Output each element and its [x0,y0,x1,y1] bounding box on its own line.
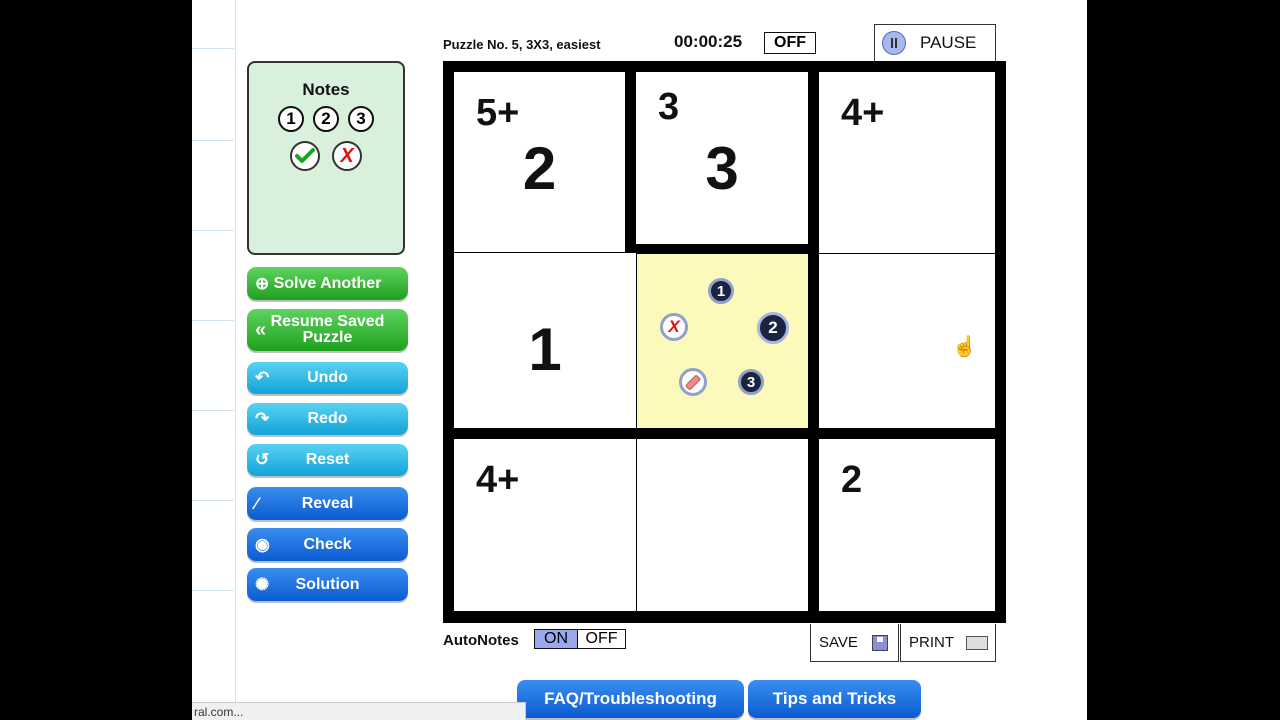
browser-status-bar: ral.com... [192,702,526,720]
save-button[interactable]: SAVE [810,624,899,662]
magic-wand-icon: ⁄ [255,493,258,513]
eye-icon: ◉ [255,534,270,554]
note-confirm-button[interactable] [290,141,320,171]
cage-label: 4+ [841,92,885,134]
grid-cell-r2c2-selected[interactable]: 1 X 2 3 [637,254,808,428]
resume-label-line2: Puzzle [302,329,353,346]
note-number-2[interactable]: 2 [313,106,339,132]
floppy-disk-icon [871,634,888,651]
page-guide-mark [192,500,234,501]
timer-toggle[interactable]: OFF [764,32,816,54]
pick-number-3[interactable]: 3 [738,369,764,395]
solution-label: Solution [295,575,360,593]
solve-another-button[interactable]: ⊕ Solve Another [247,267,408,300]
resume-saved-button[interactable]: « Resume Saved Puzzle [247,309,408,351]
reset-icon: ↺ [255,450,270,469]
page-guide-mark [192,48,234,49]
pick-number-1[interactable]: 1 [708,278,734,304]
hand-cursor-icon: ☝ [952,336,977,358]
puzzle-grid: 5+ 2 3 3 4+ 1 1 X 2 3 4+ 2 [443,61,1006,623]
reset-label: Reset [305,451,350,468]
pick-eraser-button[interactable] [679,368,707,396]
reset-button[interactable]: ↺ Reset [247,444,408,476]
puzzle-info: Puzzle No. 5, 3X3, easiest [443,37,601,52]
print-label: PRINT [909,634,954,651]
grid-cell-r2c1[interactable]: 1 [454,253,636,428]
cage-label: 5+ [476,92,520,134]
page-guide-mark [192,230,234,231]
autonotes-label: AutoNotes [443,632,519,649]
solution-button[interactable]: ✺ Solution [247,568,408,601]
pause-button[interactable]: PAUSE [874,24,996,61]
note-number-3[interactable]: 3 [348,106,374,132]
game-page: Puzzle No. 5, 3X3, easiest 00:00:25 OFF … [192,0,1087,720]
cage-label: 4+ [476,459,520,501]
grid-cell-r1c2[interactable]: 3 3 [636,72,808,244]
pick-number-2[interactable]: 2 [757,312,789,344]
cage-label: 2 [841,459,863,501]
notes-panel: Notes 1 2 3 X [247,61,405,255]
reveal-button[interactable]: ⁄ Reveal [247,487,408,520]
grid-cell-r1c1[interactable]: 5+ 2 [454,72,625,252]
autonotes-off[interactable]: OFF [578,630,625,648]
cell-value: 3 [705,135,739,202]
redo-label: Redo [307,410,348,427]
check-button[interactable]: ◉ Check [247,528,408,561]
faq-troubleshooting-button[interactable]: FAQ/Troubleshooting [517,680,744,718]
cage-label: 3 [658,86,680,128]
undo-button[interactable]: ↶ Undo [247,362,408,394]
note-number-1[interactable]: 1 [278,106,304,132]
page-guide-line [235,0,236,720]
solve-another-label: Solve Another [273,274,382,292]
timer: 00:00:25 [674,32,743,51]
tips-and-tricks-button[interactable]: Tips and Tricks [748,680,921,718]
check-label: Check [303,535,352,553]
notes-title: Notes [302,80,350,99]
pause-icon [882,31,906,55]
resume-label-line1: Resume Saved [270,313,385,330]
grid-cell-r1c3[interactable]: 4+ [819,72,995,253]
print-button[interactable]: PRINT [900,624,996,662]
grid-cell-r3c3[interactable]: 2 [819,439,995,611]
cell-value: 1 [528,316,562,383]
note-clear-button[interactable]: X [332,141,362,171]
pick-clear-button[interactable]: X [660,313,688,341]
cell-value: 2 [522,135,557,202]
printer-icon [966,635,988,650]
save-label: SAVE [819,634,858,651]
grid-cell-r3c2[interactable] [637,439,808,611]
lightbulb-icon: ✺ [255,574,270,594]
redo-button[interactable]: ↷ Redo [247,403,408,435]
redo-icon: ↷ [255,409,270,428]
checkmark-icon [295,148,315,163]
plus-circle-icon: ⊕ [255,273,270,293]
autonotes-on[interactable]: ON [535,630,578,648]
double-chevron-left-icon: « [255,319,267,341]
pause-label: PAUSE [920,33,977,52]
autonotes-toggle[interactable]: ON OFF [534,629,626,649]
page-guide-mark [192,320,234,321]
page-guide-mark [192,140,234,141]
reveal-label: Reveal [301,494,354,512]
grid-cell-r3c1[interactable]: 4+ [454,439,636,611]
page-guide-mark [192,410,234,411]
undo-label: Undo [307,369,348,386]
page-guide-mark [192,590,234,591]
x-icon: X [340,144,354,167]
undo-icon: ↶ [255,368,270,387]
eraser-icon [684,373,702,391]
